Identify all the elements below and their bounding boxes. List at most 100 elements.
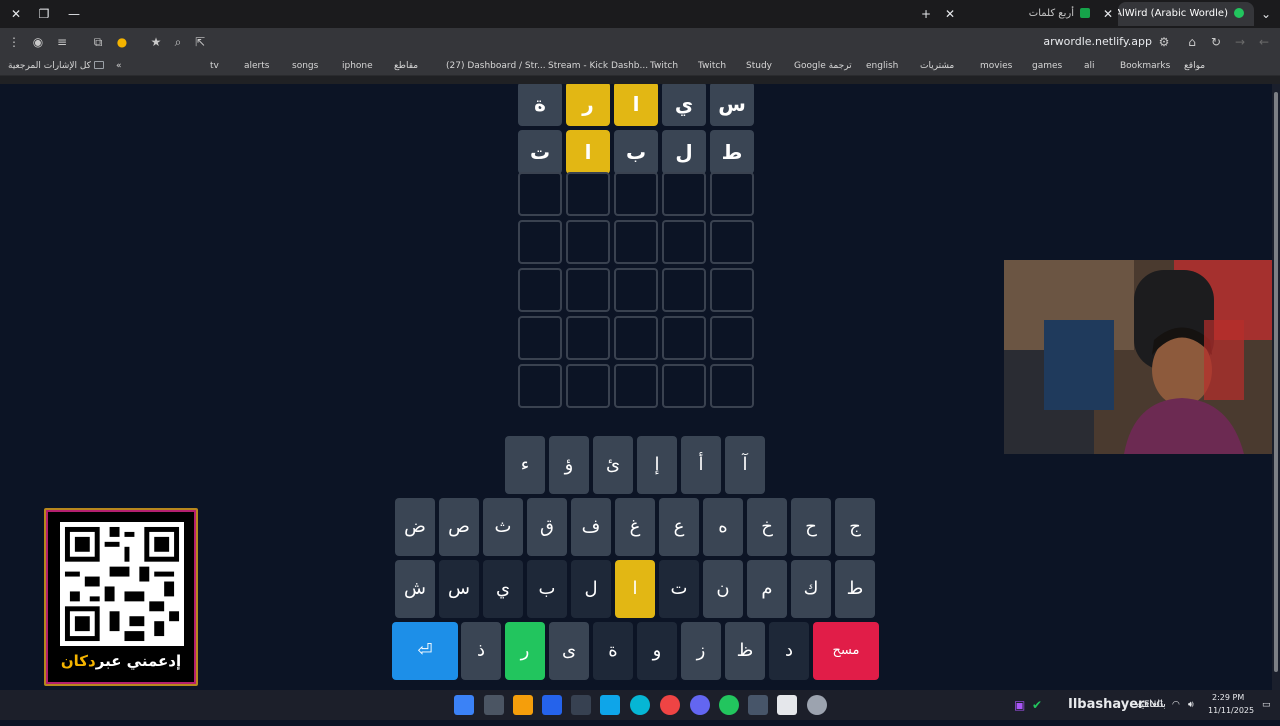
extension-icon[interactable]: ● bbox=[114, 34, 130, 50]
active-tab-close-icon[interactable]: ✕ bbox=[1100, 6, 1116, 22]
key[interactable]: ص bbox=[439, 498, 479, 556]
key[interactable]: أ bbox=[681, 436, 721, 494]
key[interactable]: ي bbox=[483, 560, 523, 618]
key[interactable]: مسح bbox=[813, 622, 879, 680]
clock-date[interactable]: 11/11/2025 bbox=[1208, 696, 1254, 726]
bm-14[interactable]: مقاطع bbox=[394, 59, 418, 73]
bm-1[interactable]: مواقع bbox=[1184, 59, 1205, 73]
discord-icon[interactable] bbox=[690, 695, 710, 715]
bm-18[interactable]: tv bbox=[210, 59, 219, 73]
key[interactable]: خ bbox=[747, 498, 787, 556]
bm-2[interactable]: Bookmarks bbox=[1120, 59, 1170, 73]
menu-icon[interactable]: ⋮ bbox=[6, 34, 22, 50]
bm-17[interactable]: alerts bbox=[244, 59, 269, 73]
close-icon[interactable]: ✕ bbox=[8, 6, 24, 22]
key[interactable]: ح bbox=[791, 498, 831, 556]
key[interactable]: ز bbox=[681, 622, 721, 680]
task-view-icon[interactable] bbox=[484, 695, 504, 715]
chevron-left-icon[interactable]: « bbox=[116, 59, 122, 73]
key[interactable]: ة bbox=[593, 622, 633, 680]
back-icon[interactable]: ← bbox=[1256, 34, 1272, 50]
key[interactable]: د bbox=[769, 622, 809, 680]
site-settings-icon[interactable]: ⚙ bbox=[1156, 34, 1172, 50]
key[interactable]: س bbox=[439, 560, 479, 618]
key[interactable]: ئ bbox=[593, 436, 633, 494]
key[interactable]: ب bbox=[527, 560, 567, 618]
scroll-thumb[interactable] bbox=[1274, 92, 1278, 672]
volume-icon[interactable]: 🔊︎ bbox=[1188, 690, 1194, 720]
key[interactable]: غ bbox=[615, 498, 655, 556]
tab-close-icon[interactable]: ✕ bbox=[942, 6, 958, 22]
language-indicator[interactable]: ENG bbox=[1144, 690, 1163, 720]
bookmark-star-icon[interactable]: ★ bbox=[148, 34, 164, 50]
tab-active[interactable]: AlWird (Arabic Wordle) - الورد bbox=[1118, 2, 1254, 26]
bm-3[interactable]: ali bbox=[1084, 59, 1095, 73]
app-icon[interactable] bbox=[571, 695, 591, 715]
wifi-icon[interactable]: ◠ bbox=[1172, 690, 1180, 720]
key[interactable]: آ bbox=[725, 436, 765, 494]
bm-7[interactable]: english bbox=[866, 59, 898, 73]
chrome-icon[interactable] bbox=[660, 695, 680, 715]
start-icon[interactable] bbox=[454, 695, 474, 715]
all-bookmarks[interactable]: كل الإشارات المرجعية bbox=[8, 59, 104, 73]
key[interactable]: ث bbox=[483, 498, 523, 556]
reload-icon[interactable]: ↻ bbox=[1208, 34, 1224, 50]
key[interactable]: ء bbox=[505, 436, 545, 494]
steam-icon[interactable] bbox=[600, 695, 620, 715]
store-icon[interactable] bbox=[542, 695, 562, 715]
key[interactable]: ك bbox=[791, 560, 831, 618]
key[interactable]: ه bbox=[703, 498, 743, 556]
key[interactable]: ر bbox=[505, 622, 545, 680]
media-icon[interactable]: ≡ bbox=[54, 34, 70, 50]
bm-6[interactable]: مشتريات bbox=[920, 59, 954, 73]
key[interactable]: إ bbox=[637, 436, 677, 494]
key[interactable]: ظ bbox=[725, 622, 765, 680]
key[interactable]: م bbox=[747, 560, 787, 618]
tab-search-icon[interactable]: ⌄ bbox=[1258, 6, 1274, 22]
bm-12[interactable]: Stream - Kick Dashb... bbox=[548, 59, 648, 73]
xbox-icon[interactable] bbox=[719, 695, 739, 715]
key[interactable]: ج bbox=[835, 498, 875, 556]
key[interactable]: ف bbox=[571, 498, 611, 556]
bm-10[interactable]: Twitch bbox=[698, 59, 726, 73]
obs-icon[interactable] bbox=[807, 695, 827, 715]
tab-second[interactable]: أربع كلمات bbox=[960, 2, 1100, 26]
restore-icon[interactable]: ❐ bbox=[36, 6, 52, 22]
key[interactable]: ط bbox=[835, 560, 875, 618]
home-icon[interactable]: ⌂ bbox=[1184, 34, 1200, 50]
new-tab-icon[interactable]: + bbox=[918, 6, 934, 22]
key[interactable]: ن bbox=[703, 560, 743, 618]
bm-8[interactable]: Google ترجمة bbox=[794, 59, 852, 73]
address-bar[interactable]: arwordle.netlify.app bbox=[1043, 34, 1152, 50]
key[interactable]: ذ bbox=[461, 622, 501, 680]
edge-icon[interactable] bbox=[630, 695, 650, 715]
key[interactable]: ش bbox=[395, 560, 435, 618]
key[interactable]: ؤ bbox=[549, 436, 589, 494]
forward-icon[interactable]: → bbox=[1232, 34, 1248, 50]
profile-icon[interactable]: ◉ bbox=[30, 34, 46, 50]
file-explorer-icon[interactable] bbox=[513, 695, 533, 715]
key[interactable]: و bbox=[637, 622, 677, 680]
extensions-icon[interactable]: ⧉ bbox=[90, 34, 106, 50]
minimize-icon[interactable]: — bbox=[66, 6, 82, 22]
zoom-icon[interactable]: ⌕ bbox=[170, 34, 186, 50]
key[interactable]: ض bbox=[395, 498, 435, 556]
key[interactable]: ع bbox=[659, 498, 699, 556]
bm-15[interactable]: iphone bbox=[342, 59, 373, 73]
share-icon[interactable]: ⇱ bbox=[192, 34, 208, 50]
key[interactable]: ى bbox=[549, 622, 589, 680]
bm-13[interactable]: (27) Dashboard / Str... bbox=[446, 59, 546, 73]
bm-9[interactable]: Study bbox=[746, 59, 772, 73]
key[interactable]: ق bbox=[527, 498, 567, 556]
key[interactable]: ل bbox=[571, 560, 611, 618]
key[interactable]: ت bbox=[659, 560, 699, 618]
app-icon-2[interactable] bbox=[748, 695, 768, 715]
bm-11[interactable]: Twitch bbox=[650, 59, 678, 73]
key[interactable]: ⏎ bbox=[392, 622, 458, 680]
key[interactable]: ا bbox=[615, 560, 655, 618]
bm-4[interactable]: games bbox=[1032, 59, 1062, 73]
bm-16[interactable]: songs bbox=[292, 59, 318, 73]
app-icon-3[interactable] bbox=[777, 695, 797, 715]
bm-5[interactable]: movies bbox=[980, 59, 1012, 73]
notification-icon[interactable]: ▭ bbox=[1262, 690, 1271, 720]
